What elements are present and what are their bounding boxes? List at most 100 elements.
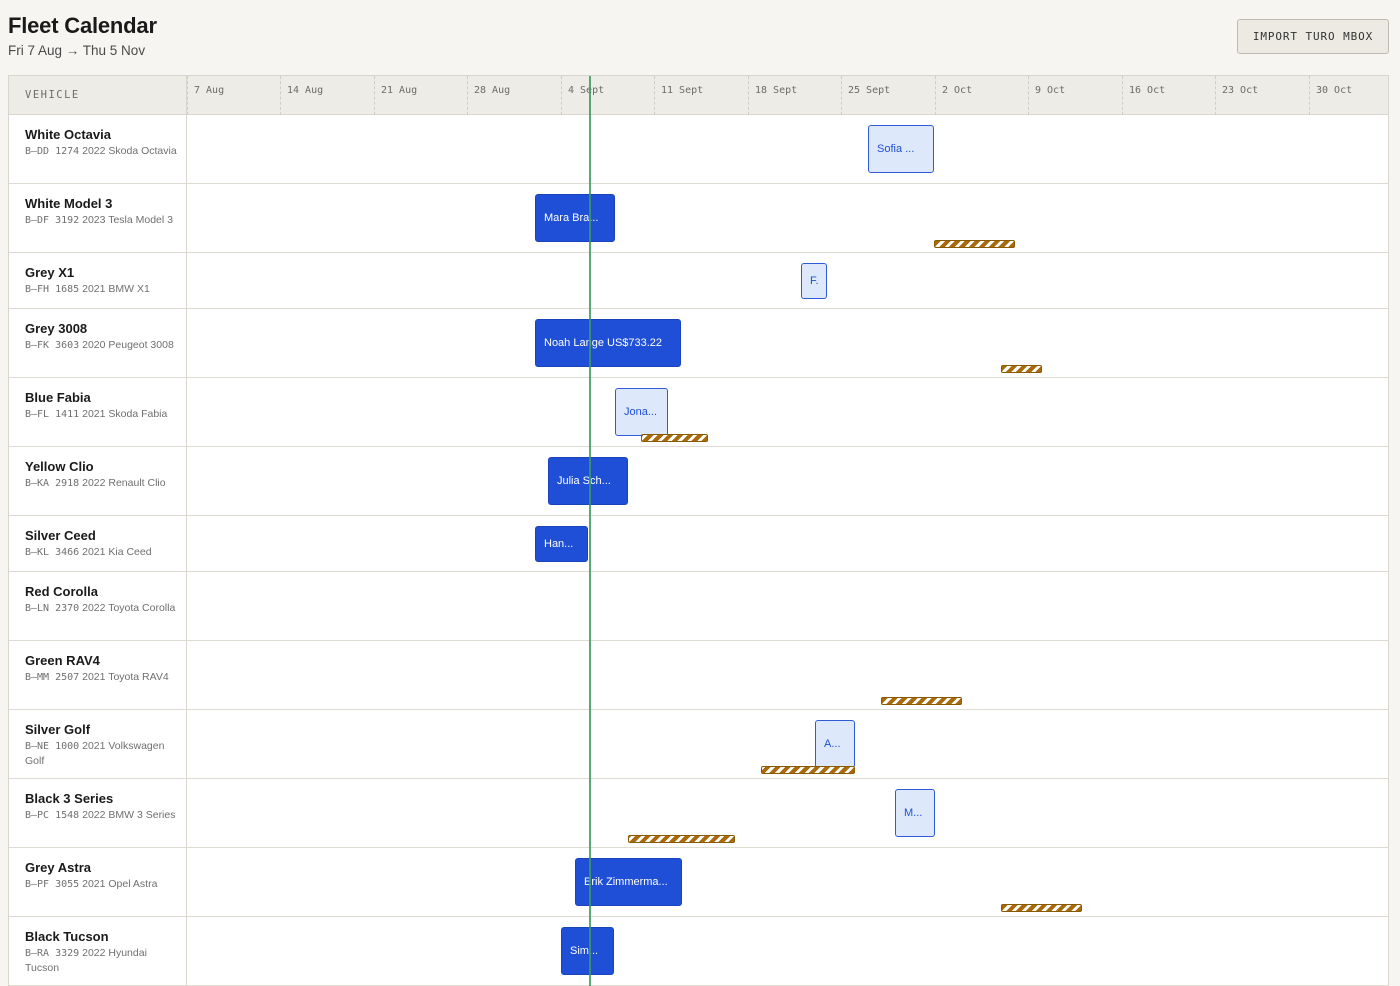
vehicle-row: Grey 3008 B–FK 3603 2020 Peugeot 3008 No… — [9, 309, 1388, 378]
week-column: 4 Sept — [561, 76, 604, 115]
vehicle-info[interactable]: Yellow Clio B–KA 2918 2022 Renault Clio — [9, 447, 187, 515]
week-column: 23 Oct — [1215, 76, 1258, 115]
vehicle-row: White Model 3 B–DF 3192 2023 Tesla Model… — [9, 184, 1388, 253]
vehicle-row: Black 3 Series B–PC 1548 2022 BMW 3 Seri… — [9, 779, 1388, 848]
vehicle-row: Black Tucson B–RA 3329 2022 Hyundai Tucs… — [9, 917, 1388, 986]
license-plate: B–FL 1411 — [25, 409, 80, 420]
vehicle-details: 2022 BMW 3 Series — [82, 809, 176, 821]
week-column: 18 Sept — [748, 76, 797, 115]
booking-block[interactable]: Sofia ... — [868, 125, 934, 173]
vehicle-details: 2020 Peugeot 3008 — [82, 339, 174, 351]
vehicle-info[interactable]: Green RAV4 B–MM 2507 2021 Toyota RAV4 — [9, 641, 187, 709]
vehicle-info[interactable]: Red Corolla B–LN 2370 2022 Toyota Coroll… — [9, 572, 187, 640]
vehicle-row: Red Corolla B–LN 2370 2022 Toyota Coroll… — [9, 572, 1388, 641]
vehicle-meta: B–MM 2507 2021 Toyota RAV4 — [25, 670, 178, 685]
vehicle-meta: B–LN 2370 2022 Toyota Corolla — [25, 601, 178, 616]
vehicle-timeline: F. — [187, 253, 1388, 308]
vehicle-row: Grey Astra B–PF 3055 2021 Opel Astra Eri… — [9, 848, 1388, 917]
vehicle-timeline: Han... — [187, 516, 1388, 571]
vehicle-row: Green RAV4 B–MM 2507 2021 Toyota RAV4 — [9, 641, 1388, 710]
license-plate: B–MM 2507 — [25, 672, 80, 683]
vehicle-row: White Octavia B–DD 1274 2022 Skoda Octav… — [9, 115, 1388, 184]
today-marker — [589, 76, 591, 986]
booking-block[interactable]: Mara Bra... — [535, 194, 615, 242]
vehicle-row: Blue Fabia B–FL 1411 2021 Skoda Fabia Jo… — [9, 378, 1388, 447]
vehicle-info[interactable]: Silver Ceed B–KL 3466 2021 Kia Ceed — [9, 516, 187, 571]
vehicle-name: Silver Ceed — [25, 528, 96, 543]
booking-block[interactable]: Han... — [535, 526, 588, 562]
week-column: 28 Aug — [467, 76, 510, 115]
week-label: 4 Sept — [568, 85, 605, 96]
maintenance-block[interactable] — [1001, 365, 1042, 373]
week-label: 25 Sept — [848, 85, 891, 96]
booking-block[interactable]: F. — [801, 263, 827, 299]
week-label: 18 Sept — [755, 85, 798, 96]
week-label: 21 Aug — [381, 85, 418, 96]
maintenance-block[interactable] — [628, 835, 735, 843]
vehicle-details: 2022 Toyota Corolla — [82, 602, 176, 614]
week-label: 14 Aug — [287, 85, 324, 96]
vehicle-info[interactable]: Grey 3008 B–FK 3603 2020 Peugeot 3008 — [9, 309, 187, 377]
week-label: 2 Oct — [942, 85, 973, 96]
maintenance-block[interactable] — [761, 766, 855, 774]
vehicle-row: Grey X1 B–FH 1685 2021 BMW X1 F. — [9, 253, 1388, 309]
vehicle-info[interactable]: White Model 3 B–DF 3192 2023 Tesla Model… — [9, 184, 187, 252]
maintenance-block[interactable] — [1001, 904, 1082, 912]
vehicle-info[interactable]: Blue Fabia B–FL 1411 2021 Skoda Fabia — [9, 378, 187, 446]
vehicle-info[interactable]: Black 3 Series B–PC 1548 2022 BMW 3 Seri… — [9, 779, 187, 847]
license-plate: B–DF 3192 — [25, 215, 80, 226]
vehicle-timeline: Julia Sch... — [187, 447, 1388, 515]
vehicle-name: White Octavia — [25, 127, 111, 142]
vehicle-info[interactable]: Grey X1 B–FH 1685 2021 BMW X1 — [9, 253, 187, 308]
booking-block[interactable]: Julia Sch... — [548, 457, 628, 505]
vehicle-name: White Model 3 — [25, 196, 113, 211]
vehicle-column-header: VEHICLE — [9, 76, 187, 115]
booking-block[interactable]: Noah Lange US$733.22 — [535, 319, 681, 367]
vehicle-meta: B–FL 1411 2021 Skoda Fabia — [25, 407, 178, 422]
vehicle-meta: B–RA 3329 2022 Hyundai Tucson — [25, 946, 178, 975]
week-column: 7 Aug — [187, 76, 224, 115]
vehicle-row: Yellow Clio B–KA 2918 2022 Renault Clio … — [9, 447, 1388, 516]
license-plate: B–NE 1000 — [25, 741, 80, 752]
maintenance-block[interactable] — [641, 434, 708, 442]
license-plate: B–KL 3466 — [25, 547, 80, 558]
booking-block[interactable]: M... — [895, 789, 935, 837]
booking-block[interactable]: Sim... — [561, 927, 614, 975]
license-plate: B–PC 1548 — [25, 810, 80, 821]
week-label: 28 Aug — [474, 85, 511, 96]
vehicle-name: Grey Astra — [25, 860, 91, 875]
week-label: 7 Aug — [194, 85, 225, 96]
week-label: 30 Oct — [1316, 85, 1353, 96]
week-label: 11 Sept — [661, 85, 704, 96]
vehicle-name: Red Corolla — [25, 584, 98, 599]
week-column: 9 Oct — [1028, 76, 1065, 115]
license-plate: B–PF 3055 — [25, 879, 80, 890]
week-column: 14 Aug — [280, 76, 323, 115]
vehicle-timeline: Sim... — [187, 917, 1388, 985]
vehicle-meta: B–DD 1274 2022 Skoda Octavia — [25, 144, 178, 159]
vehicle-name: Yellow Clio — [25, 459, 94, 474]
vehicle-meta: B–DF 3192 2023 Tesla Model 3 — [25, 213, 178, 228]
license-plate: B–DD 1274 — [25, 146, 80, 157]
maintenance-block[interactable] — [881, 697, 962, 705]
vehicle-name: Grey 3008 — [25, 321, 88, 336]
vehicle-name: Grey X1 — [25, 265, 75, 280]
page-title: Fleet Calendar — [8, 13, 157, 38]
vehicle-info[interactable]: Black Tucson B–RA 3329 2022 Hyundai Tucs… — [9, 917, 187, 985]
vehicle-info[interactable]: Grey Astra B–PF 3055 2021 Opel Astra — [9, 848, 187, 916]
vehicle-name: Blue Fabia — [25, 390, 91, 405]
booking-block[interactable]: A... — [815, 720, 855, 768]
vehicle-timeline — [187, 641, 1388, 709]
vehicle-meta: B–FK 3603 2020 Peugeot 3008 — [25, 338, 178, 353]
vehicle-row: Silver Ceed B–KL 3466 2021 Kia Ceed Han.… — [9, 516, 1388, 572]
vehicle-info[interactable]: White Octavia B–DD 1274 2022 Skoda Octav… — [9, 115, 187, 183]
vehicle-info[interactable]: Silver Golf B–NE 1000 2021 Volkswagen Go… — [9, 710, 187, 778]
import-turo-mbox-button[interactable]: IMPORT TURO MBOX — [1237, 19, 1389, 54]
booking-block[interactable]: Jona... — [615, 388, 668, 436]
maintenance-block[interactable] — [934, 240, 1015, 248]
vehicle-details: 2021 Opel Astra — [82, 878, 158, 890]
date-range: Fri 7 Aug → Thu 5 Nov — [8, 43, 146, 58]
booking-block[interactable]: Erik Zimmerma... — [575, 858, 682, 906]
week-label: 16 Oct — [1129, 85, 1166, 96]
vehicle-meta: B–KA 2918 2022 Renault Clio — [25, 476, 178, 491]
